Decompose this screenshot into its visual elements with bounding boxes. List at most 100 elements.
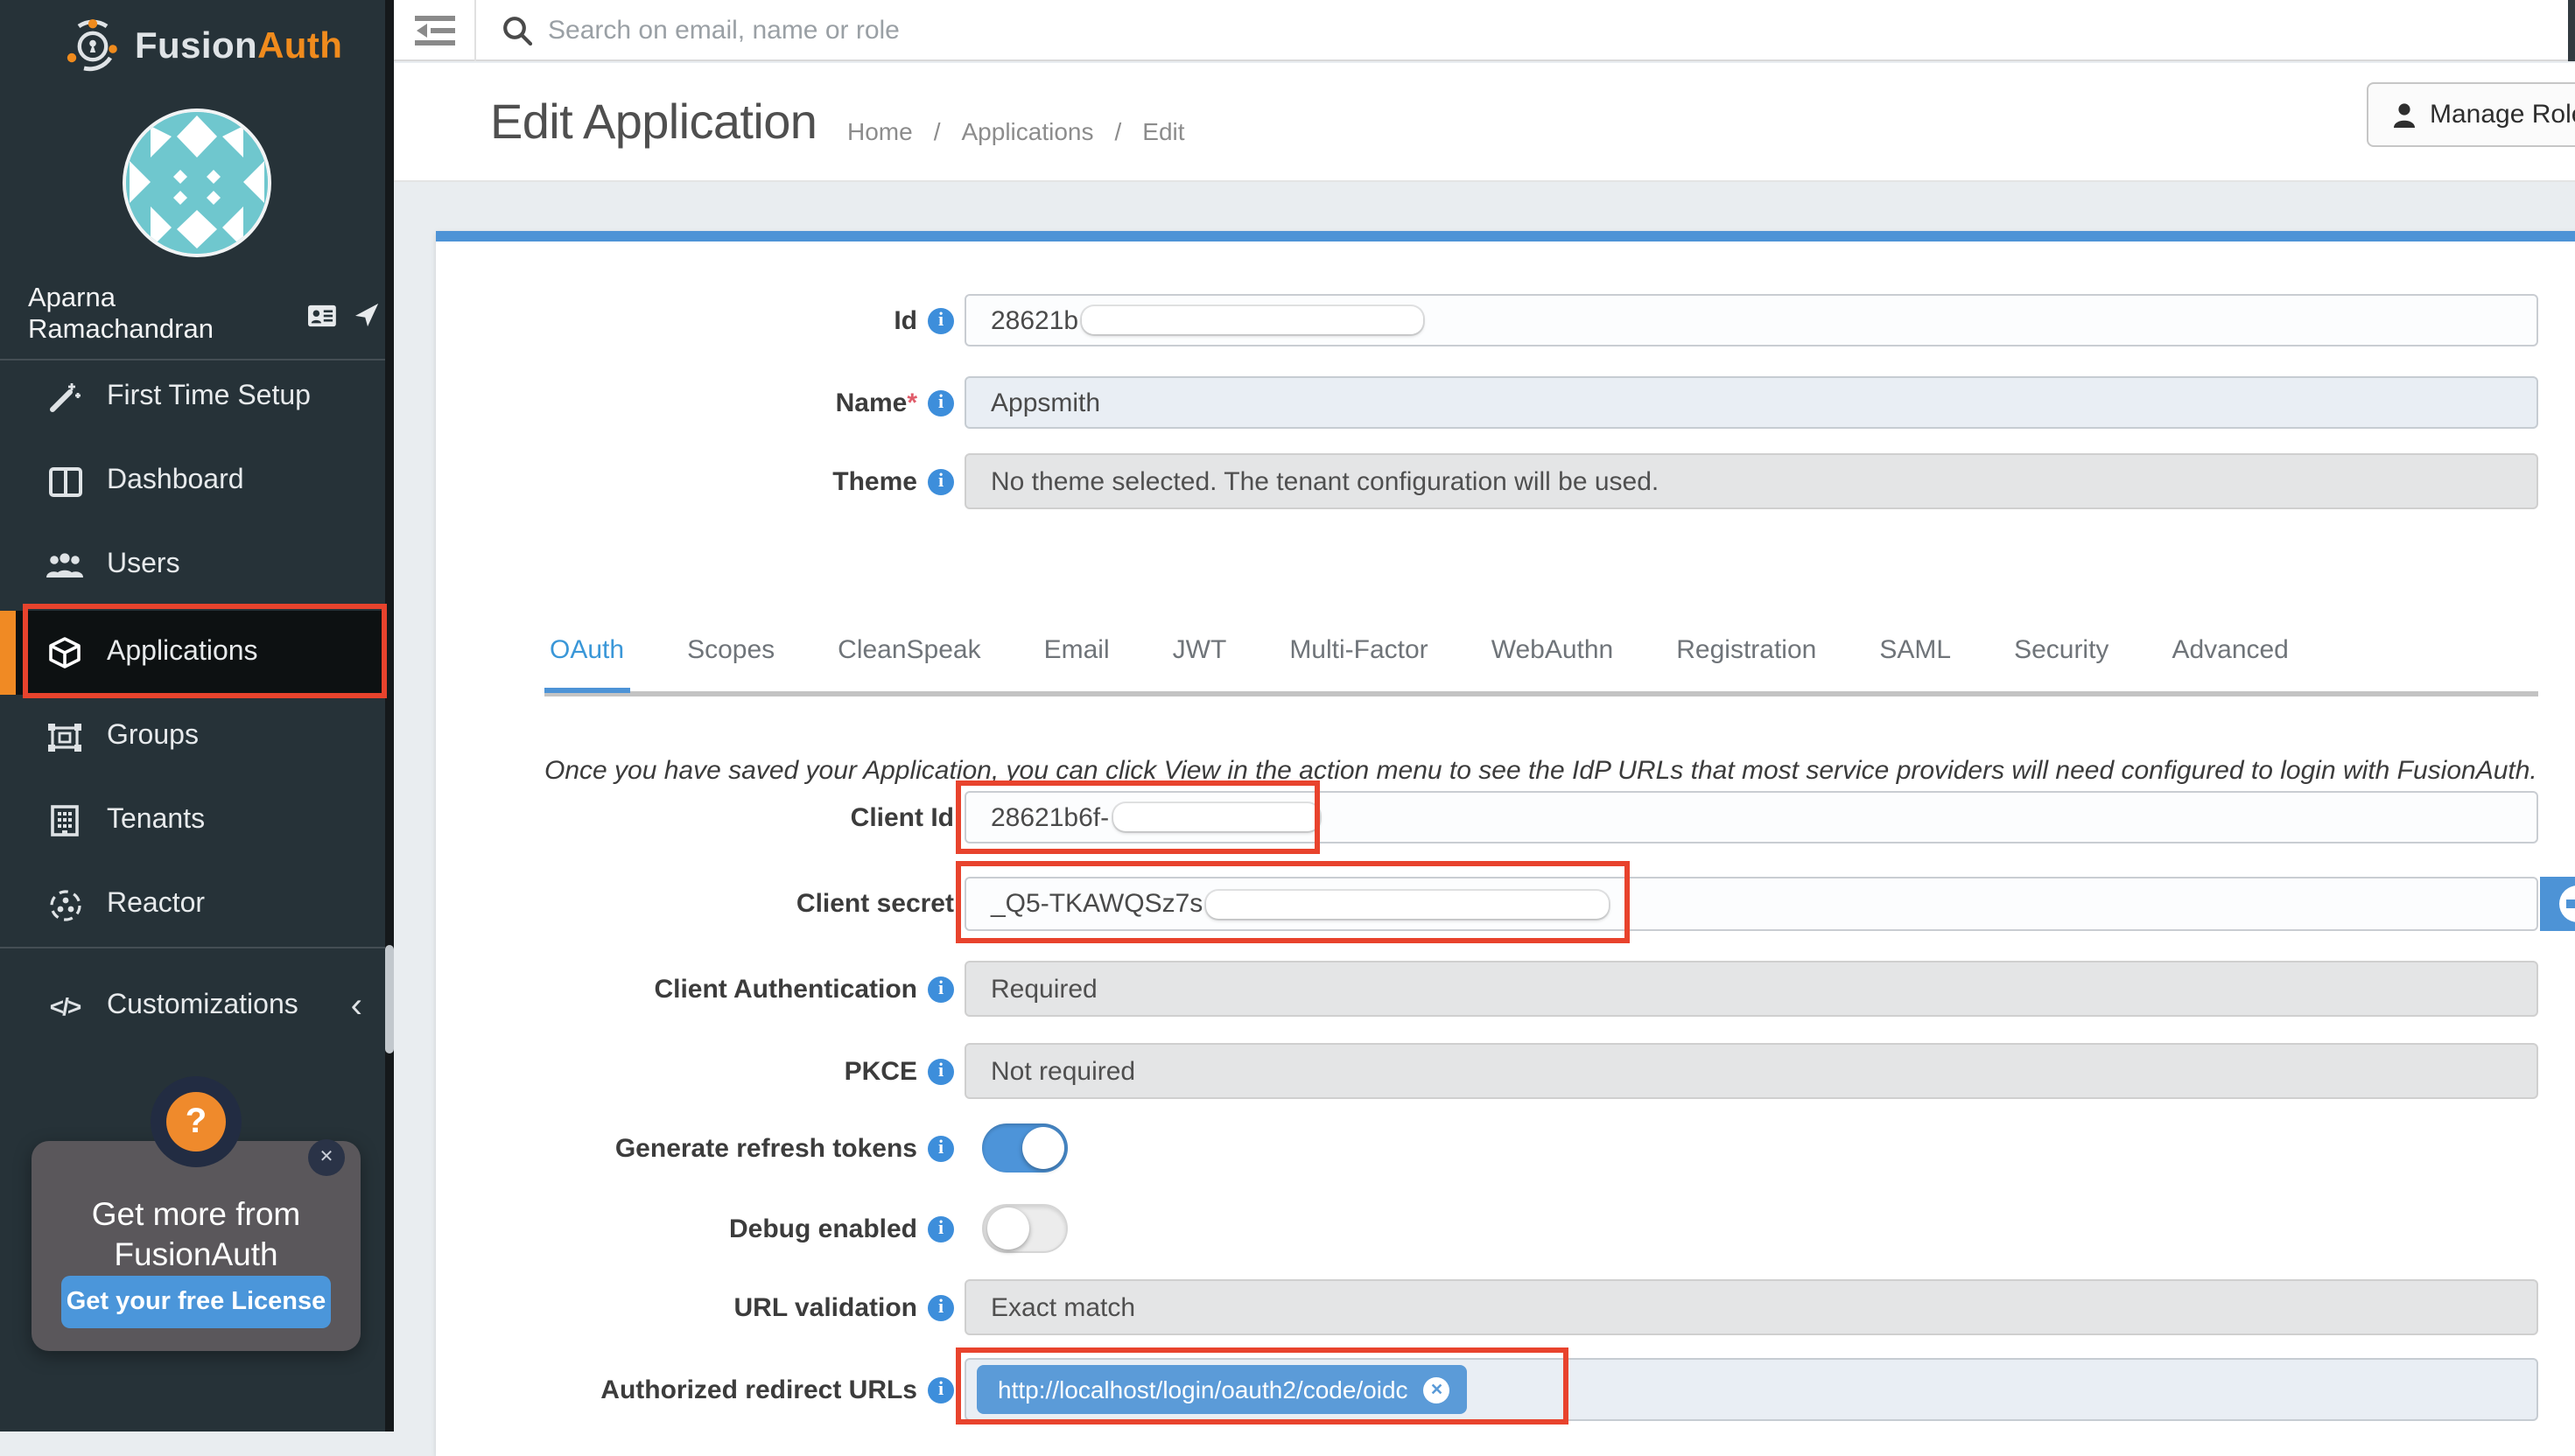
theme-label: Theme [436, 453, 954, 509]
debug-enabled-label: Debug enabled [436, 1204, 954, 1253]
fusionauth-admin: FusionAuth Aparna Ramachandran [0, 0, 2575, 1432]
debug-enabled-toggle[interactable] [982, 1204, 1068, 1253]
sidebar-item-users[interactable]: Users [0, 527, 387, 604]
help-bubble[interactable] [151, 1076, 242, 1167]
fusionauth-logo-text: FusionAuth [135, 26, 342, 68]
client-authentication-select[interactable]: Required [965, 961, 2538, 1017]
breadcrumb-separator: / [1115, 117, 1122, 145]
chevron-left-icon[interactable]: ‹ [351, 998, 362, 1015]
person-icon [2393, 102, 2416, 127]
name-label: Name* [436, 376, 954, 429]
info-icon[interactable] [928, 1215, 954, 1242]
tenants-icon [46, 805, 84, 836]
name-field[interactable]: Appsmith [965, 376, 2538, 429]
sidebar-item-customizations[interactable]: </> Customizations ‹ [0, 968, 387, 1045]
redacted-value [1082, 306, 1423, 334]
topbar [394, 0, 2575, 61]
info-icon[interactable] [928, 468, 954, 494]
get-free-license-button[interactable]: Get your free License [61, 1276, 331, 1328]
redacted-value [1112, 803, 1319, 831]
tab-advanced[interactable]: Advanced [2166, 635, 2293, 693]
reactor-icon [46, 888, 84, 921]
code-icon: </> [46, 992, 84, 1020]
info-icon[interactable] [928, 1376, 954, 1403]
page-scrollbar-thumb[interactable] [2568, 0, 2575, 61]
url-validation-label: URL validation [436, 1279, 954, 1335]
collapse-menu-icon[interactable] [415, 16, 455, 46]
wand-icon [46, 380, 84, 415]
info-icon[interactable] [928, 307, 954, 333]
tab-oauth[interactable]: OAuth [544, 635, 629, 693]
theme-field[interactable]: No theme selected. The tenant configurat… [965, 453, 2538, 509]
breadcrumb-applications[interactable]: Applications [962, 117, 1094, 145]
pkce-select[interactable]: Not required [965, 1043, 2538, 1099]
info-icon[interactable] [928, 389, 954, 416]
sidebar-scrollbar-thumb[interactable] [384, 945, 393, 1054]
search-icon [502, 16, 532, 46]
sidebar-item-dashboard[interactable]: Dashboard [0, 443, 387, 520]
page-title: Edit Application [490, 94, 817, 150]
sidebar-scrollbar-track [385, 0, 394, 1432]
tab-security[interactable]: Security [2009, 635, 2114, 693]
redirect-url-chip: http://localhost/login/oauth2/code/oidc [977, 1365, 1468, 1414]
breadcrumb-separator: / [934, 117, 941, 145]
sidebar-item-applications[interactable]: Applications [0, 611, 387, 695]
tab-email[interactable]: Email [1039, 635, 1115, 693]
authorized-redirect-urls-field[interactable]: http://localhost/login/oauth2/code/oidc [965, 1358, 2538, 1421]
tab-cleanspeak[interactable]: CleanSpeak [832, 635, 986, 693]
toggle-knob [1022, 1127, 1064, 1169]
oauth-note: Once you have saved your Application, yo… [544, 756, 2540, 786]
tab-jwt[interactable]: JWT [1168, 635, 1232, 693]
sidebar-item-groups[interactable]: Groups [0, 698, 387, 775]
authorized-redirect-urls-label: Authorized redirect URLs [436, 1358, 954, 1421]
search-bar [502, 0, 1283, 61]
search-input[interactable] [548, 16, 1283, 46]
generate-refresh-tokens-toggle[interactable] [982, 1124, 1068, 1172]
promo-card: Get more from FusionAuth Get your free L… [32, 1141, 361, 1351]
toggle-knob [987, 1208, 1029, 1250]
info-icon[interactable] [928, 1135, 954, 1161]
client-id-field[interactable]: 28621b6f- [965, 791, 2538, 844]
tab-scopes[interactable]: Scopes [682, 635, 780, 693]
applications-icon [46, 635, 84, 670]
fusionauth-logo-icon [67, 19, 119, 75]
tab-registration[interactable]: Registration [1671, 635, 1821, 693]
client-secret-field[interactable]: _Q5-TKAWQSz7s [965, 877, 2538, 931]
breadcrumb: Home / Applications / Edit [847, 117, 1185, 145]
tab-bar: OAuth Scopes CleanSpeak Email JWT Multi-… [544, 635, 2294, 693]
sidebar: FusionAuth Aparna Ramachandran [0, 0, 394, 1432]
dashboard-icon [46, 466, 84, 496]
question-icon [166, 1092, 226, 1152]
active-nav-accent [0, 611, 16, 695]
sidebar-item-first-time-setup[interactable]: First Time Setup [0, 359, 387, 436]
sidebar-divider [0, 947, 387, 948]
pkce-label: PKCE [436, 1043, 954, 1099]
send-icon[interactable] [355, 303, 378, 327]
breadcrumb-edit: Edit [1142, 117, 1184, 145]
sidebar-item-reactor[interactable]: Reactor [0, 866, 387, 943]
manage-roles-button[interactable]: Manage Roles [2367, 82, 2575, 147]
regenerate-secret-button[interactable] [2540, 877, 2575, 931]
info-icon[interactable] [928, 1294, 954, 1320]
id-label: Id [436, 294, 954, 346]
promo-close-icon[interactable] [308, 1139, 345, 1176]
breadcrumb-home[interactable]: Home [847, 117, 913, 145]
card-accent-bar [436, 231, 2575, 242]
sidebar-item-tenants[interactable]: Tenants [0, 782, 387, 859]
info-icon[interactable] [928, 976, 954, 1002]
user-row: Aparna Ramachandran [28, 284, 378, 346]
id-card-icon[interactable] [308, 304, 336, 326]
id-field[interactable]: 28621b [965, 294, 2538, 346]
info-icon[interactable] [928, 1058, 954, 1084]
redacted-value [1206, 890, 1609, 918]
groups-icon [46, 722, 84, 752]
application-form-card: Id 28621b Name* Appsmith Theme No theme … [436, 231, 2575, 1456]
generate-refresh-tokens-label: Generate refresh tokens [436, 1124, 954, 1172]
remove-chip-icon[interactable] [1424, 1376, 1450, 1403]
tab-saml[interactable]: SAML [1874, 635, 1956, 693]
client-authentication-label: Client Authentication [436, 961, 954, 1017]
url-validation-select[interactable]: Exact match [965, 1279, 2538, 1335]
users-icon [46, 552, 84, 578]
tab-webauthn[interactable]: WebAuthn [1486, 635, 1619, 693]
tab-multi-factor[interactable]: Multi-Factor [1284, 635, 1433, 693]
